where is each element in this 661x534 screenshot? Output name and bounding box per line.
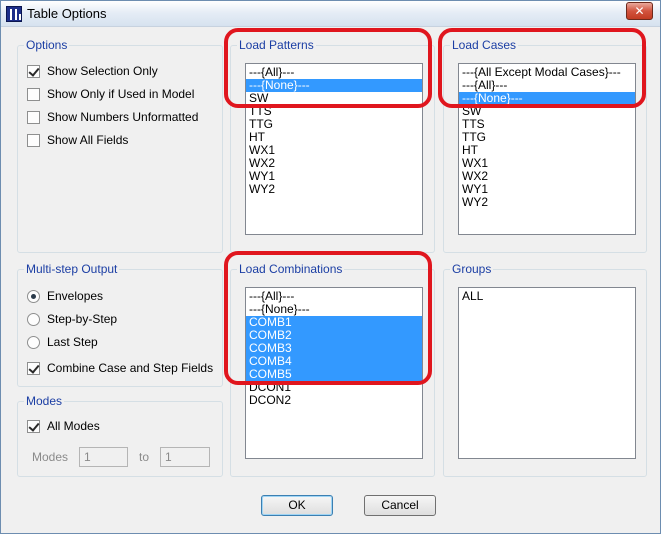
radio-label: Step-by-Step <box>47 312 118 326</box>
modes-group: Modes All Modes Modes 1 to 1 <box>17 394 223 477</box>
list-item[interactable]: TTG <box>459 131 635 144</box>
checkbox-label: Show Numbers Unformatted <box>47 110 199 124</box>
list-item[interactable]: WY2 <box>459 196 635 209</box>
list-item[interactable]: TTG <box>246 118 422 131</box>
envelopes-radio[interactable]: Envelopes <box>27 288 103 304</box>
modes-from-field[interactable]: 1 <box>79 447 128 467</box>
modes-label: Modes <box>24 394 65 408</box>
app-icon <box>6 6 22 22</box>
checkbox-box[interactable] <box>27 64 40 78</box>
step-by-step-radio[interactable]: Step-by-Step <box>27 311 117 327</box>
options-group-label: Options <box>24 38 70 52</box>
modes-from-label: Modes <box>32 450 69 464</box>
checkbox-box[interactable] <box>27 110 40 124</box>
last-step-radio[interactable]: Last Step <box>27 334 98 350</box>
combine-case-step-checkbox[interactable]: Combine Case and Step Fields <box>27 360 213 376</box>
list-item[interactable]: WY2 <box>246 183 422 196</box>
checkbox-box[interactable] <box>27 133 40 147</box>
modes-to-field[interactable]: 1 <box>160 447 210 467</box>
checkbox-box[interactable] <box>27 419 40 433</box>
radio-button[interactable] <box>27 335 40 349</box>
groups-list[interactable]: ALL <box>458 287 636 459</box>
options-group: Options Show Selection Only Show Only if… <box>17 38 223 253</box>
radio-label: Envelopes <box>47 289 104 303</box>
load-cases-highlight <box>438 28 646 108</box>
window-title: Table Options <box>27 6 107 21</box>
title-bar[interactable]: Table Options ✕ <box>1 1 660 27</box>
multistep-output-group: Multi-step Output Envelopes Step-by-Step… <box>17 262 223 387</box>
checkbox-label: Combine Case and Step Fields <box>47 361 214 375</box>
radio-button[interactable] <box>27 289 40 303</box>
modes-to-label: to <box>139 450 150 464</box>
show-only-if-used-checkbox[interactable]: Show Only if Used in Model <box>27 86 194 102</box>
list-item[interactable]: DCON2 <box>246 394 422 407</box>
checkbox-box[interactable] <box>27 361 40 375</box>
show-all-fields-checkbox[interactable]: Show All Fields <box>27 132 128 148</box>
radio-label: Last Step <box>47 335 98 349</box>
load-patterns-highlight <box>224 28 432 108</box>
list-item[interactable]: ALL <box>459 290 635 303</box>
checkbox-label: Show All Fields <box>47 133 129 147</box>
show-selection-only-checkbox[interactable]: Show Selection Only <box>27 63 158 79</box>
checkbox-box[interactable] <box>27 87 40 101</box>
cancel-button[interactable]: Cancel <box>364 495 436 516</box>
multistep-output-label: Multi-step Output <box>24 262 120 276</box>
all-modes-checkbox[interactable]: All Modes <box>27 418 100 434</box>
ok-button[interactable]: OK <box>261 495 333 516</box>
groups-group: Groups ALL <box>443 262 647 477</box>
show-numbers-unformatted-checkbox[interactable]: Show Numbers Unformatted <box>27 109 198 125</box>
checkbox-label: Show Selection Only <box>47 64 158 78</box>
close-icon[interactable]: ✕ <box>626 2 653 20</box>
radio-button[interactable] <box>27 312 40 326</box>
load-combinations-highlight <box>224 251 432 385</box>
checkbox-label: All Modes <box>47 419 100 433</box>
groups-label: Groups <box>450 262 494 276</box>
table-options-dialog: Table Options ✕ Options Show Selection O… <box>0 0 661 534</box>
checkbox-label: Show Only if Used in Model <box>47 87 195 101</box>
